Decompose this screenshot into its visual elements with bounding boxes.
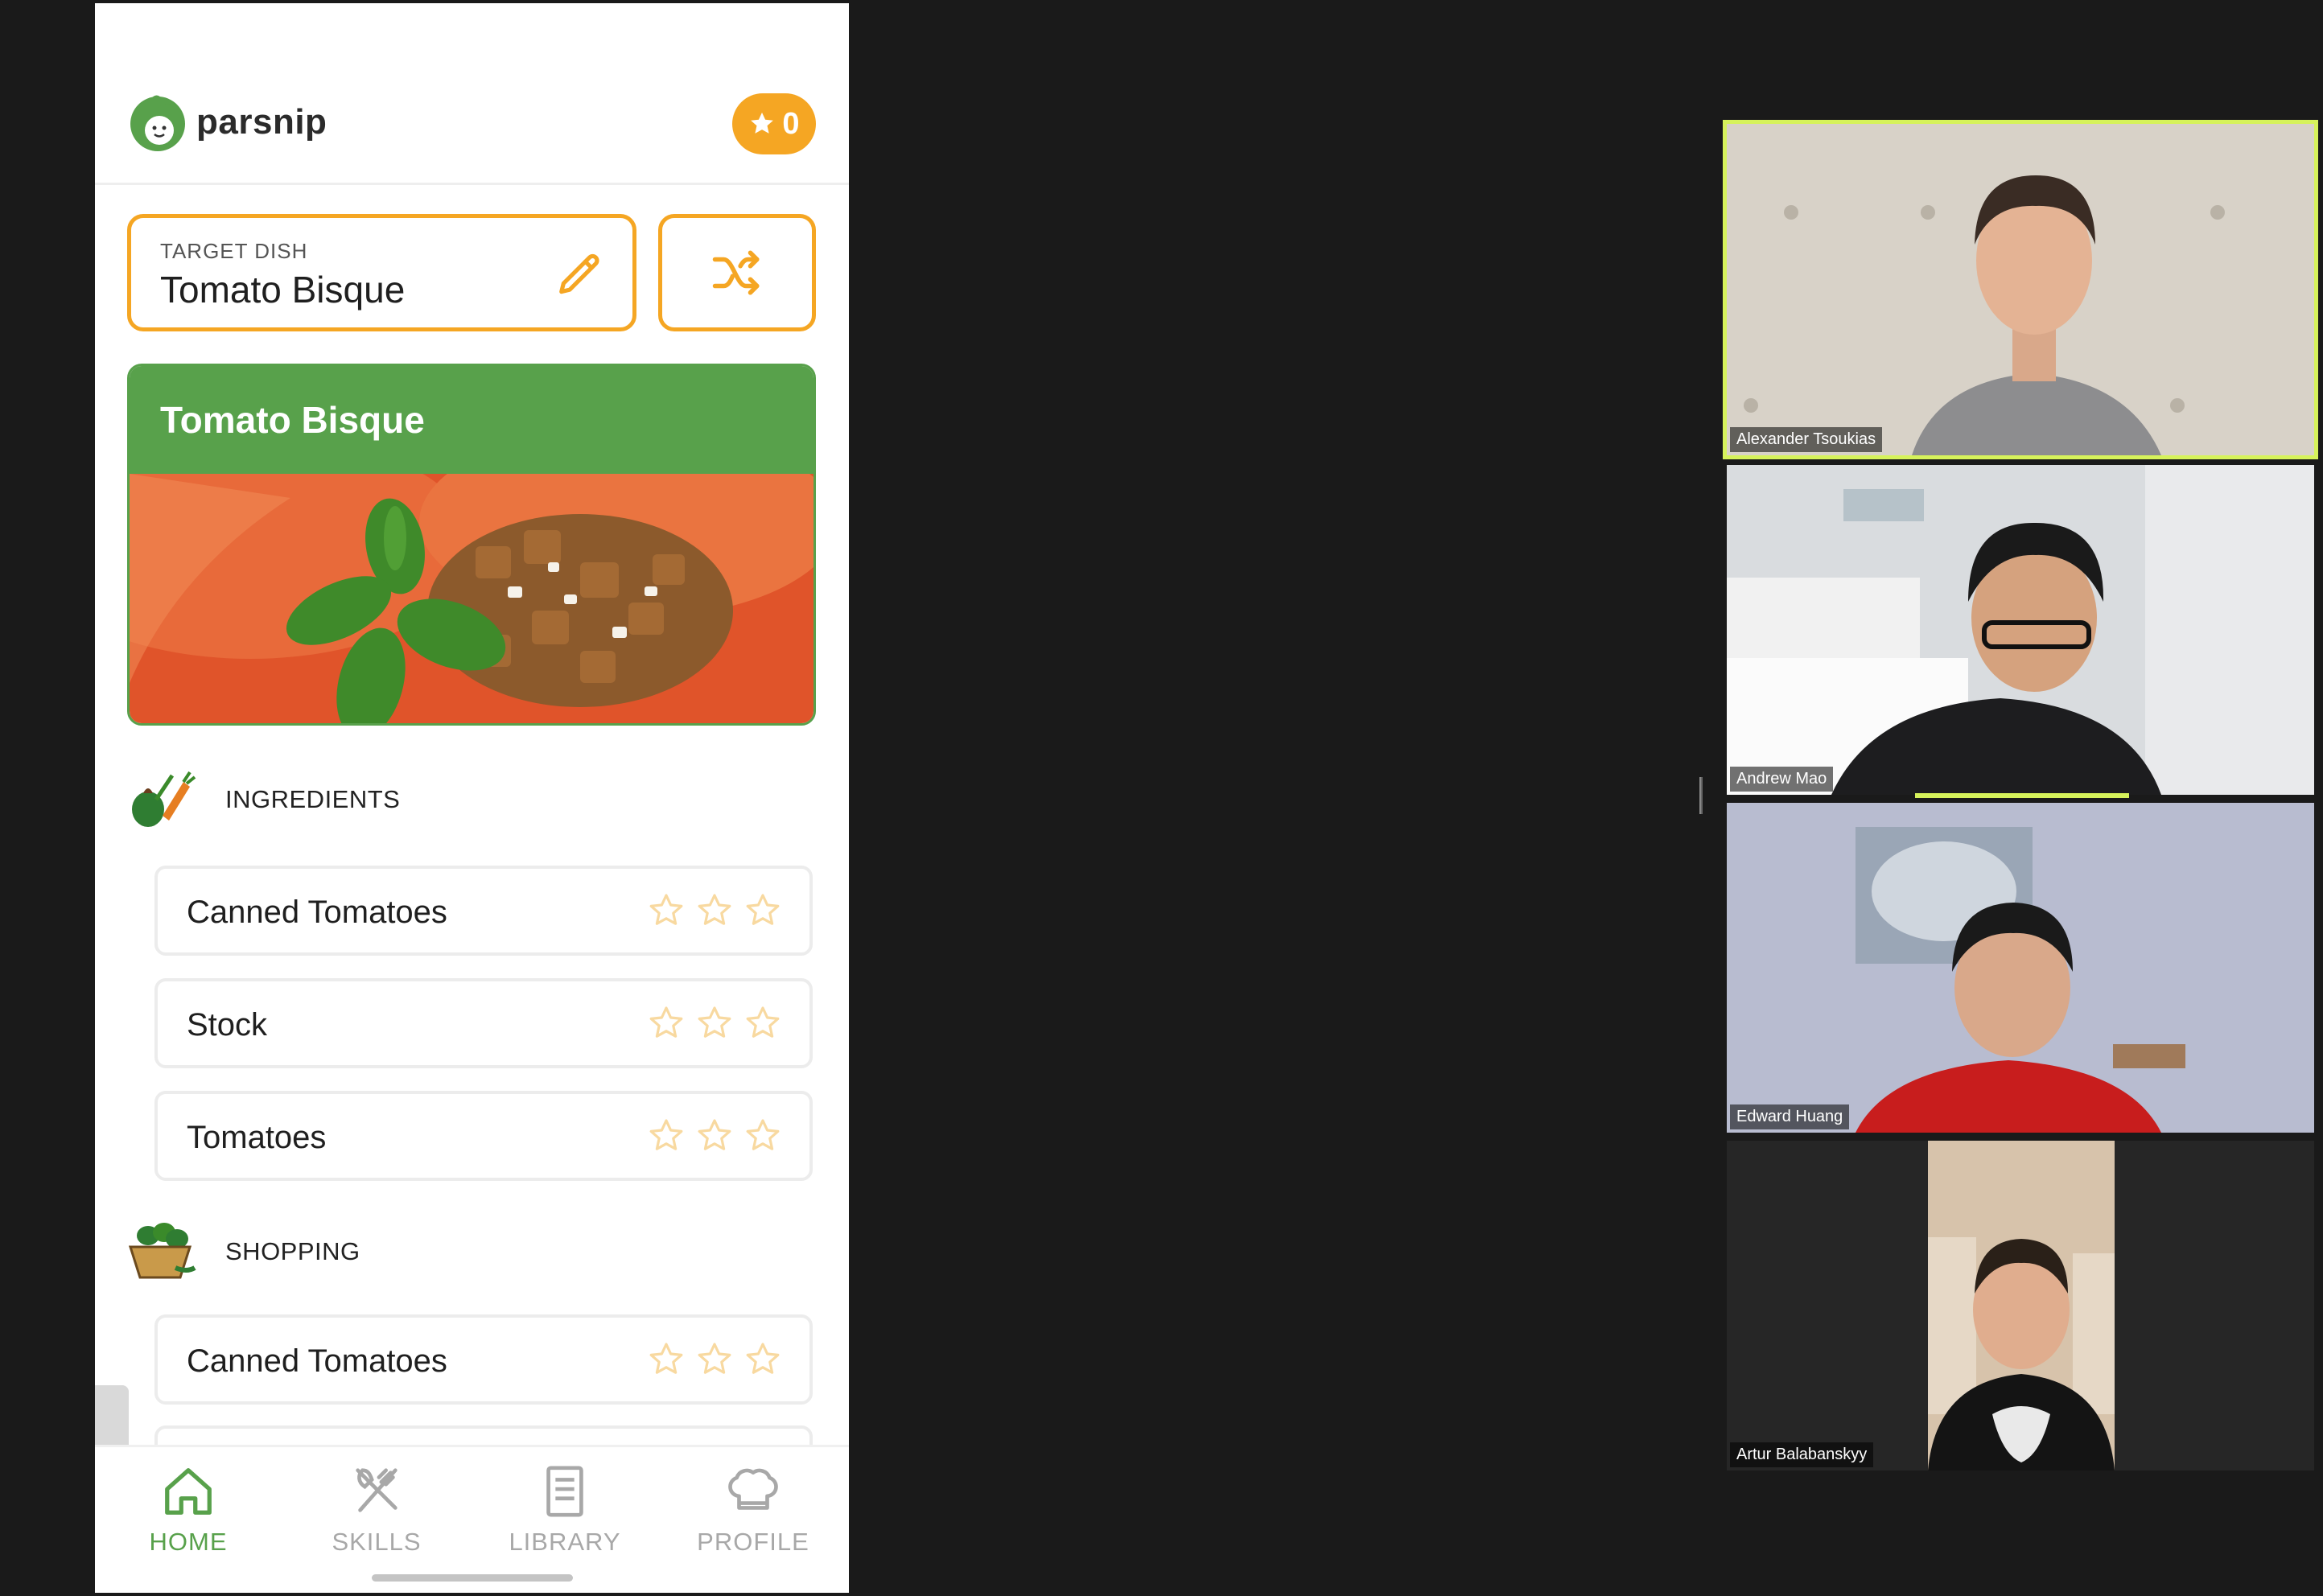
shopping-item-label: Canned Tomatoes (187, 1343, 447, 1379)
book-icon (546, 1466, 583, 1517)
ingredient-label: Canned Tomatoes (187, 895, 447, 930)
shuffle-icon (712, 250, 760, 295)
star-outline-icon (698, 1343, 731, 1374)
dish-card[interactable]: Tomato Bisque (127, 364, 816, 726)
star-outline-icon (746, 1006, 780, 1038)
star-outline-icon (746, 1119, 780, 1150)
participant-video (1727, 465, 2314, 795)
star-outline-icon (698, 894, 731, 925)
video-tile-alexander[interactable]: Alexander Tsoukias (1723, 120, 2318, 459)
points-count: 0 (782, 106, 800, 141)
participant-video (1727, 124, 2314, 455)
parsnip-logo: parsnip (127, 92, 327, 153)
participant-video (1727, 803, 2314, 1133)
chef-hat-icon (728, 1468, 778, 1510)
tab-library[interactable]: LIBRARY (484, 1463, 645, 1557)
star-outline-icon (649, 1119, 683, 1150)
participant-video (1727, 1141, 2314, 1471)
shuffle-button[interactable] (658, 214, 816, 331)
home-indicator (372, 1574, 573, 1582)
panel-resize-handle[interactable] (1699, 777, 1703, 814)
participant-name: Andrew Mao (1730, 767, 1834, 792)
video-tile-edward[interactable]: Edward Huang (1727, 803, 2314, 1133)
dish-photo (130, 474, 813, 723)
target-dish-card[interactable]: TARGET DISH Tomato Bisque (127, 214, 636, 331)
shopping-label: SHOPPING (225, 1237, 360, 1265)
basket-icon (128, 1223, 196, 1279)
parsnip-app: parsnip 0 TARGET DISH Tomato Bisque Toma… (95, 3, 849, 1593)
bottom-tab-bar: HOME SKILLS LIBRARY PROFILE (95, 1445, 849, 1593)
audio-level-bar (1915, 793, 2129, 798)
tab-profile-label: PROFILE (697, 1528, 809, 1556)
star-outline-icon (698, 1119, 731, 1150)
tab-profile[interactable]: PROFILE (673, 1463, 834, 1557)
tab-skills-label: SKILLS (332, 1528, 422, 1556)
star-outline-icon (698, 1006, 731, 1038)
rating-stars (647, 1004, 782, 1043)
participant-name: Alexander Tsoukias (1730, 427, 1883, 452)
star-outline-icon (649, 1006, 683, 1038)
rating-stars (647, 1117, 782, 1155)
points-badge[interactable]: 0 (732, 93, 816, 154)
star-outline-icon (746, 1343, 780, 1374)
pencil-icon[interactable] (555, 250, 605, 300)
participant-name: Artur Balabanskyy (1730, 1442, 1874, 1467)
star-icon (751, 112, 774, 134)
rating-stars (647, 891, 782, 930)
ingredient-item[interactable]: Tomatoes (154, 1091, 813, 1181)
utensils-icon (356, 1468, 397, 1512)
app-logo-text: parsnip (196, 102, 327, 142)
dish-title: Tomato Bisque (130, 366, 813, 474)
star-outline-icon (746, 894, 780, 925)
target-dish-label: TARGET DISH (160, 239, 308, 263)
vegetables-icon (132, 771, 196, 827)
rating-stars (647, 1340, 782, 1379)
tab-skills[interactable]: SKILLS (296, 1463, 457, 1557)
ingredient-item[interactable]: Canned Tomatoes (154, 866, 813, 956)
participant-name: Edward Huang (1730, 1104, 1850, 1129)
star-outline-icon (649, 894, 683, 925)
tab-library-label: LIBRARY (509, 1528, 621, 1556)
shopping-section-header: SHOPPING (127, 1220, 360, 1284)
tab-home-label: HOME (149, 1528, 228, 1556)
parsnip-logo-icon (130, 95, 185, 151)
home-icon (165, 1468, 212, 1515)
ingredients-section-header: INGREDIENTS (127, 767, 400, 832)
ingredients-label: INGREDIENTS (225, 785, 401, 813)
ingredient-item[interactable]: Stock (154, 978, 813, 1068)
tab-home[interactable]: HOME (108, 1463, 269, 1557)
target-dish-value: Tomato Bisque (160, 269, 406, 311)
video-tile-andrew[interactable]: Andrew Mao (1727, 465, 2314, 795)
ingredient-label: Stock (187, 1007, 268, 1043)
video-tile-artur[interactable]: Artur Balabanskyy (1727, 1141, 2314, 1471)
ingredient-label: Tomatoes (187, 1120, 327, 1155)
app-header: parsnip 0 (95, 3, 849, 185)
shopping-item[interactable]: Canned Tomatoes (154, 1314, 813, 1405)
star-outline-icon (649, 1343, 683, 1374)
